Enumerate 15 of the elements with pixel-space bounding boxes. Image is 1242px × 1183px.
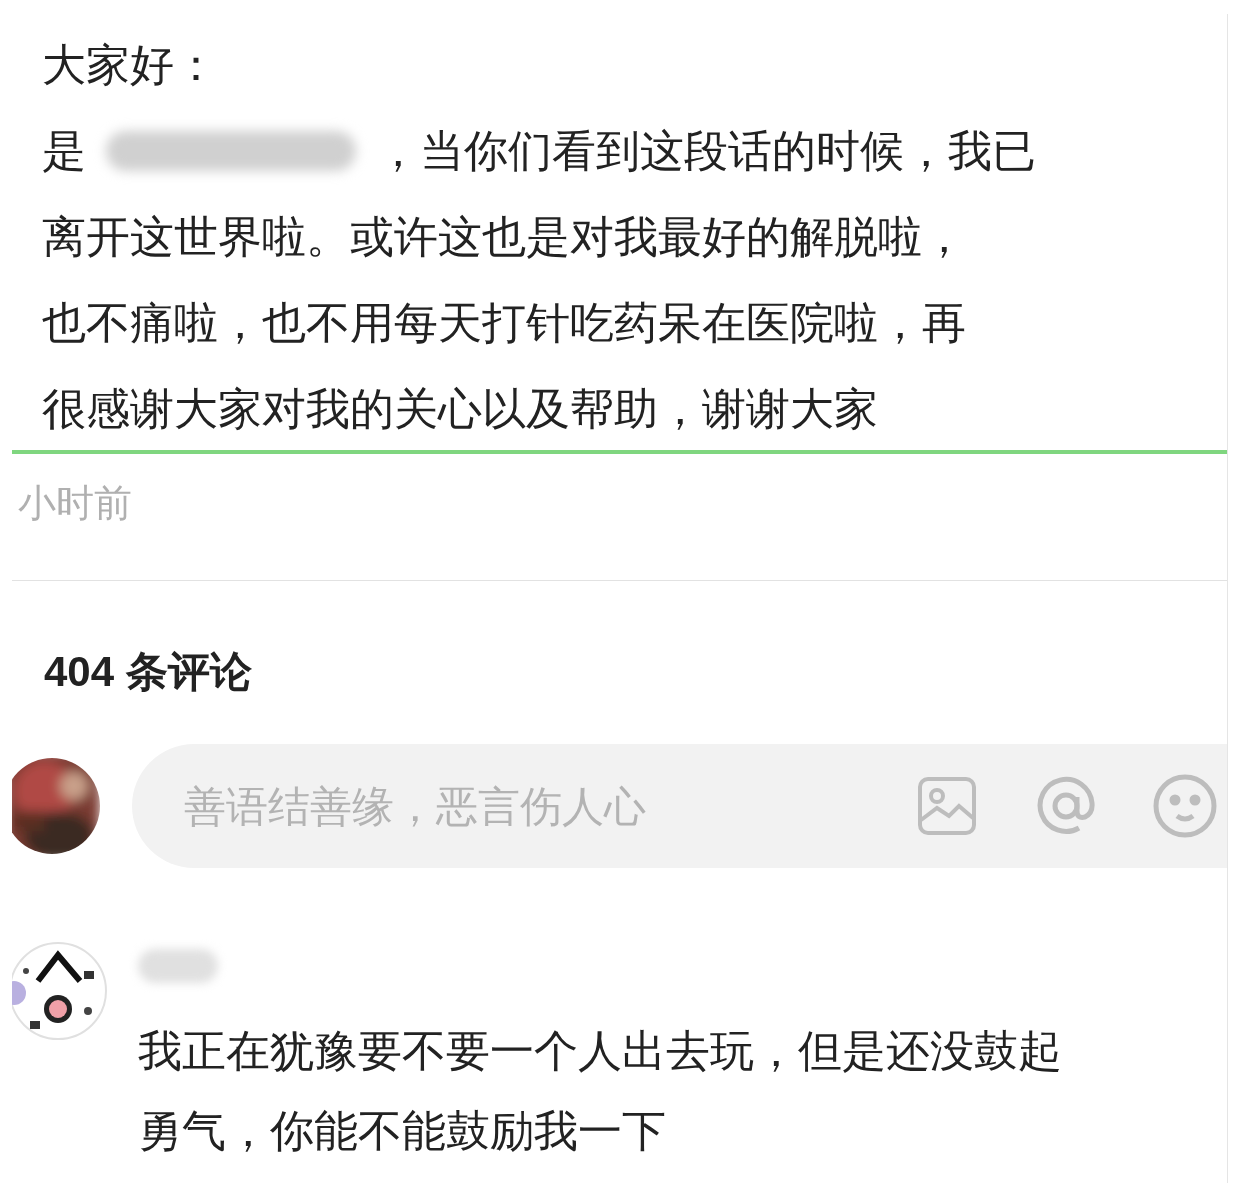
comment-text-line: 勇气，你能不能鼓励我一下 — [138, 1109, 667, 1153]
post-text-line: 大家好： — [42, 43, 218, 87]
emoji-icon[interactable] — [1153, 774, 1217, 838]
mention-icon[interactable] — [1035, 775, 1097, 837]
comment-text-line: 我正在犹豫要不要一个人出去玩，但是还没鼓起 — [138, 1029, 1062, 1073]
post-text-line: 很感谢大家对我的关心以及帮助，谢谢大家 — [42, 387, 878, 431]
post-text-line: 离开这世界啦。或许这也是对我最好的解脱啦， — [42, 215, 966, 259]
image-icon[interactable] — [917, 776, 977, 836]
comment-input[interactable]: 善语结善缘，恶言伤人心 — [184, 774, 907, 838]
post-text-line: 是 — [42, 129, 86, 173]
post-time: 小时前 — [18, 484, 132, 522]
post-text-line: ，当你们看到这段话的时候，我已 — [376, 129, 1036, 173]
comment-count: 404 条评论 — [44, 648, 252, 695]
post-text-line: 也不痛啦，也不用每天打针吃药呆在医院啦，再 — [42, 301, 966, 345]
comment-field[interactable]: 善语结善缘，恶言伤人心 — [132, 744, 1227, 868]
